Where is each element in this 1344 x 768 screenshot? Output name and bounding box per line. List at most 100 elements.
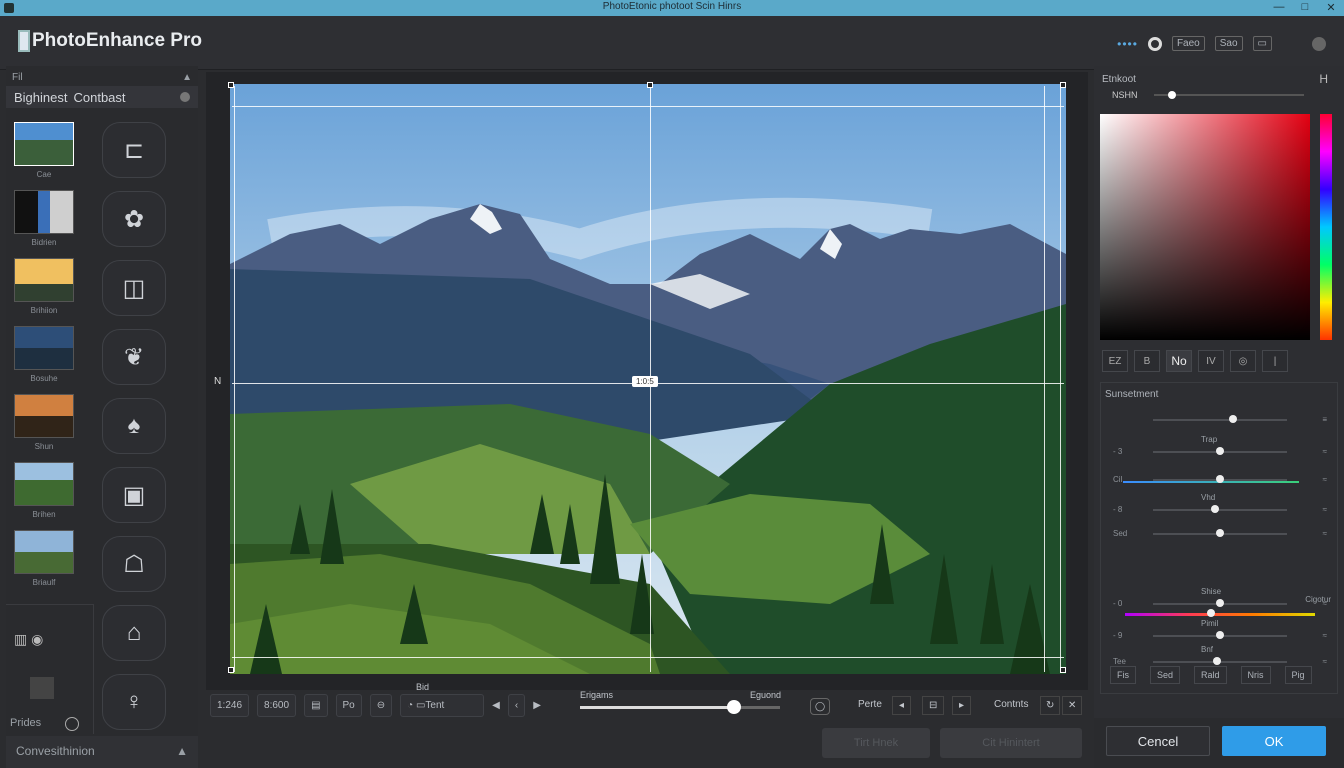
thumbnail-4[interactable] bbox=[14, 326, 74, 370]
cancel-button[interactable]: Cencel bbox=[1106, 726, 1210, 756]
value-slider[interactable] bbox=[580, 700, 780, 714]
thumbnail-5[interactable] bbox=[14, 394, 74, 438]
record-icon[interactable]: ◯ bbox=[810, 698, 831, 715]
tab-contrast[interactable]: Contbast bbox=[73, 90, 125, 105]
row-label: - 3 bbox=[1113, 447, 1123, 456]
gradient-slider[interactable] bbox=[1125, 613, 1315, 616]
leaf-icon[interactable]: ❦ bbox=[102, 329, 166, 385]
drop-icon[interactable]: ♠ bbox=[102, 398, 166, 454]
adjustment-panel: Sunsetment ≡ - 3 Trap ≈ Cil ≈ - 8 Vhd ≈ Sed ≈ - 0 Sh… bbox=[1100, 382, 1338, 694]
adj-button-rald[interactable]: Rald bbox=[1194, 666, 1227, 684]
adj-button-pig[interactable]: Pig bbox=[1284, 666, 1312, 684]
toggle-icon[interactable] bbox=[1147, 36, 1162, 51]
crop-handle[interactable] bbox=[1060, 82, 1066, 88]
maximize-button[interactable]: □ bbox=[1298, 1, 1312, 14]
row-slider[interactable] bbox=[1153, 509, 1287, 511]
close-button[interactable]: ✕ bbox=[1324, 1, 1338, 14]
thumbnail-1[interactable] bbox=[14, 122, 74, 166]
crop-grid-line bbox=[1060, 86, 1061, 672]
row-value: ≈ bbox=[1322, 447, 1327, 456]
more-icon[interactable]: •••• bbox=[1117, 37, 1138, 51]
row-slider-knob[interactable] bbox=[1216, 529, 1224, 537]
paint-icon[interactable]: ✿ bbox=[102, 191, 166, 247]
header-button-sao[interactable]: Sao bbox=[1214, 36, 1243, 51]
row-value: ≈ bbox=[1322, 475, 1327, 484]
minimize-button[interactable]: — bbox=[1272, 1, 1286, 14]
left-footer: Convesithinion ▲ bbox=[6, 736, 198, 768]
adj-button-nris[interactable]: Nris bbox=[1240, 666, 1271, 684]
row-slider[interactable] bbox=[1153, 419, 1287, 421]
convert-label[interactable]: Convesithinion bbox=[16, 744, 95, 760]
grey-button-right[interactable]: Cit Hinintert bbox=[940, 728, 1082, 758]
image-canvas[interactable]: 1:0:5 N bbox=[206, 72, 1088, 690]
h-label: H bbox=[1319, 72, 1328, 86]
mode-separator[interactable]: | bbox=[1262, 350, 1288, 372]
row-slider-knob[interactable] bbox=[1216, 447, 1224, 455]
gradient-knob[interactable] bbox=[1207, 609, 1215, 617]
adjustment-row: - 0 Shise ≈ bbox=[1101, 587, 1339, 609]
confirm-label[interactable]: Contnts bbox=[994, 699, 1028, 710]
settings-icon[interactable] bbox=[180, 92, 190, 102]
crop-handle[interactable] bbox=[228, 82, 234, 88]
slider-knob[interactable] bbox=[727, 700, 741, 714]
stepper-value[interactable]: ⊟ bbox=[922, 696, 945, 715]
row-slider-knob[interactable] bbox=[1216, 599, 1224, 607]
tab-brightness[interactable]: Bighinest bbox=[14, 90, 67, 105]
lamp-icon[interactable]: ⊏ bbox=[102, 122, 166, 178]
mode-b[interactable]: B bbox=[1134, 350, 1160, 372]
layers-icon[interactable]: ▥ ◉ bbox=[14, 631, 43, 648]
row-slider-knob[interactable] bbox=[1229, 415, 1238, 423]
row-slider-knob[interactable] bbox=[1210, 505, 1219, 513]
adj-button-fis[interactable]: Fis bbox=[1110, 666, 1136, 684]
stamp-icon[interactable]: ▣ bbox=[102, 467, 166, 523]
crop-handle[interactable] bbox=[647, 82, 653, 88]
mode-iv[interactable]: IV bbox=[1198, 350, 1224, 372]
pin-icon[interactable]: ▲ bbox=[182, 72, 192, 83]
radio-icon[interactable] bbox=[65, 717, 80, 731]
pin-mode-icon[interactable]: ◎ bbox=[1230, 350, 1256, 372]
ok-button[interactable]: OK bbox=[1222, 726, 1326, 756]
image-icon[interactable] bbox=[30, 677, 54, 699]
rotate-label[interactable]: Perte bbox=[858, 699, 882, 710]
refresh-icon[interactable]: ↻ bbox=[1040, 696, 1061, 715]
clone-icon[interactable]: ☖ bbox=[102, 536, 166, 592]
adj-button-sed[interactable]: Sed bbox=[1150, 666, 1181, 684]
pin-icon[interactable]: ▲ bbox=[176, 744, 188, 760]
thumbnail-3[interactable] bbox=[14, 258, 74, 302]
row-slider-knob[interactable] bbox=[1213, 657, 1222, 665]
row-slider-knob[interactable] bbox=[1216, 475, 1224, 483]
hue-slider[interactable] bbox=[1320, 114, 1332, 340]
right-panel: Etnkoot H NSHN EZ B No IV ◎ | Sunsetment… bbox=[1094, 66, 1344, 768]
mode-ez[interactable]: EZ bbox=[1102, 350, 1128, 372]
side-marker: N bbox=[214, 376, 222, 387]
opacity-slider[interactable] bbox=[1154, 91, 1304, 99]
mode-no[interactable]: No bbox=[1166, 350, 1192, 372]
crop-ratio-label[interactable]: 1:0:5 bbox=[632, 376, 658, 387]
thumbnail-2[interactable] bbox=[14, 190, 74, 234]
row-slider-knob[interactable] bbox=[1216, 631, 1224, 639]
header-button-faeo[interactable]: Faeo bbox=[1171, 36, 1205, 51]
screen-icon[interactable]: ▭ bbox=[1252, 36, 1272, 51]
grey-button-left[interactable]: Tirt Hnek bbox=[822, 728, 930, 758]
stepper-right[interactable]: ▸ bbox=[952, 696, 972, 715]
house-icon[interactable]: ⌂ bbox=[102, 605, 166, 661]
right-panel-title: Etnkoot bbox=[1102, 74, 1136, 85]
thumbnail-6[interactable] bbox=[14, 462, 74, 506]
thumbnail-7[interactable] bbox=[14, 530, 74, 574]
adjustment-row: - 8 Vhd ≈ bbox=[1101, 493, 1339, 515]
cancel-icon[interactable]: ✕ bbox=[1062, 696, 1083, 715]
row-value: ≈ bbox=[1322, 657, 1327, 666]
row-label: Sed bbox=[1113, 529, 1128, 538]
crop-handle[interactable] bbox=[1060, 667, 1066, 673]
stepper-left[interactable]: ◂ bbox=[892, 696, 912, 715]
color-picker[interactable] bbox=[1100, 114, 1310, 340]
row-caption: Bnf bbox=[1201, 645, 1214, 654]
adjustment-row: ≡ bbox=[1101, 415, 1339, 425]
row-label: - 9 bbox=[1113, 631, 1123, 640]
crop-handle[interactable] bbox=[228, 667, 234, 673]
slider-knob[interactable] bbox=[1168, 91, 1176, 99]
bucket-icon[interactable]: ◫ bbox=[102, 260, 166, 316]
pin-tool-icon[interactable]: ♀ bbox=[102, 674, 166, 730]
crop-grid-line bbox=[234, 86, 235, 672]
user-avatar[interactable] bbox=[1312, 36, 1326, 51]
